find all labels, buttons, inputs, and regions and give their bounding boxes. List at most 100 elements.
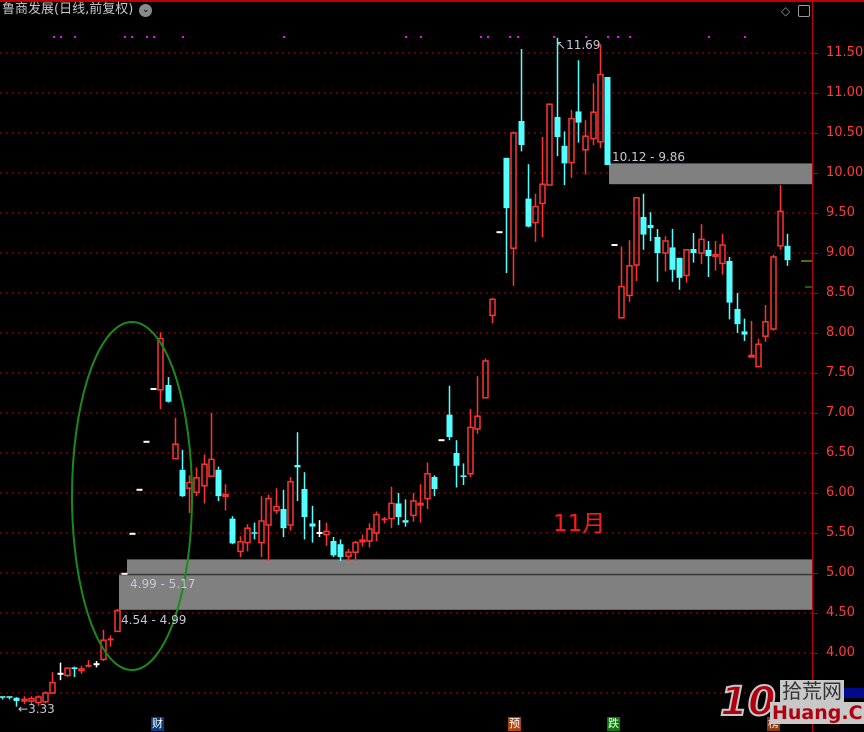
signal-dot <box>744 36 746 38</box>
candle-body <box>633 197 640 266</box>
signal-dot <box>405 36 407 38</box>
zone-label-lower: 4.54 - 4.99 <box>121 613 187 627</box>
high-price-value: 11.69 <box>566 38 601 52</box>
candle-body <box>179 469 186 497</box>
price-gap-zone <box>127 559 812 574</box>
candle-body <box>741 331 748 335</box>
y-tick-label: 7.50 <box>826 365 855 380</box>
signal-dot <box>60 36 62 38</box>
logo-en-text: Huang.CN <box>770 702 864 724</box>
signal-dot <box>420 36 422 38</box>
y-tick <box>813 653 818 654</box>
y-tick-label: 4.50 <box>826 605 855 620</box>
candle-body <box>546 103 553 186</box>
candle-body <box>510 132 517 249</box>
candle-body <box>568 117 575 164</box>
y-tick-label: 4.00 <box>826 645 855 660</box>
candle-body <box>114 609 121 633</box>
diamond-icon[interactable]: ◇ <box>781 4 790 18</box>
y-tick-label: 11.50 <box>826 45 864 60</box>
y-tick-label: 5.50 <box>826 525 855 540</box>
candle-body <box>42 692 49 703</box>
y-tick <box>813 93 818 94</box>
y-tick-label: 6.50 <box>826 445 855 460</box>
price-axis-line <box>812 0 813 732</box>
candle-body <box>6 696 13 698</box>
y-tick <box>813 213 818 214</box>
y-tick-label: 5.00 <box>826 565 855 580</box>
candle-body <box>395 503 402 517</box>
candle-body <box>640 217 647 235</box>
candle-body <box>417 502 424 506</box>
candle-body <box>21 698 28 702</box>
candle-body <box>690 249 697 253</box>
price-gap-zone <box>119 573 812 610</box>
candle-body <box>770 256 777 330</box>
marker-drop[interactable]: 跌 <box>607 717 620 731</box>
candle-body <box>294 465 301 468</box>
marker-forecast[interactable]: 预 <box>508 717 521 731</box>
candle-body <box>734 309 741 325</box>
candle-body <box>410 500 417 517</box>
candle-body <box>532 205 539 224</box>
candle-body <box>424 473 431 500</box>
candle-body <box>287 481 294 526</box>
candle-body <box>503 157 510 209</box>
candle-body <box>762 321 769 337</box>
candle-body <box>705 249 712 257</box>
candle-body <box>474 415 481 430</box>
candle-body <box>301 489 308 517</box>
candle-body <box>662 240 669 254</box>
y-tick <box>813 613 818 614</box>
candle-body <box>582 135 589 151</box>
signal-dot <box>509 36 511 38</box>
candle-body <box>388 502 395 520</box>
candle-body <box>366 528 373 542</box>
candle-body <box>237 541 244 553</box>
panel-toggle-icon[interactable] <box>798 5 810 17</box>
candle-body <box>13 697 20 701</box>
y-tick-label: 9.50 <box>826 205 855 220</box>
candle-body <box>561 145 568 164</box>
y-tick-label: 10.50 <box>826 125 864 140</box>
candle-body <box>618 285 625 319</box>
candle-body <box>683 249 690 277</box>
marker-finance[interactable]: 财 <box>151 717 164 731</box>
candle-body <box>193 477 200 493</box>
candle-body <box>453 453 460 466</box>
month-annotation: 11月 <box>553 511 606 537</box>
logo-cn-text: 拾荒网 <box>780 679 844 703</box>
signal-dot <box>517 36 519 38</box>
low-price-value: 3.33 <box>28 702 55 716</box>
signal-dot <box>153 36 155 38</box>
signal-dot <box>53 36 55 38</box>
candle-body <box>345 551 352 557</box>
candle-body <box>525 198 532 227</box>
y-tick-label: 11.00 <box>826 85 864 100</box>
candle-body <box>280 509 287 529</box>
candle-body <box>698 238 705 254</box>
candle-body <box>172 443 179 460</box>
candle-body <box>222 493 229 497</box>
candle-body <box>0 696 6 698</box>
chevron-down-circle-icon[interactable]: ⌄ <box>139 4 153 17</box>
candle-body <box>373 513 380 534</box>
candle-body <box>748 354 755 358</box>
candle-body <box>784 245 791 261</box>
candle-body <box>359 539 366 543</box>
y-tick-label: 9.00 <box>826 245 855 260</box>
candle-body <box>78 668 85 672</box>
candle-body <box>539 183 546 205</box>
candle-body <box>626 265 633 297</box>
signal-dot <box>480 36 482 38</box>
y-tick-label: 6.00 <box>826 485 855 500</box>
y-tick-label: 7.00 <box>826 405 855 420</box>
signal-dot <box>146 36 148 38</box>
candle-body <box>244 527 251 544</box>
y-tick <box>813 533 818 534</box>
y-tick <box>813 453 818 454</box>
candle-body <box>604 77 611 165</box>
price-gap-zone <box>609 163 812 185</box>
candle-body <box>460 475 467 477</box>
candle-body <box>229 518 236 544</box>
